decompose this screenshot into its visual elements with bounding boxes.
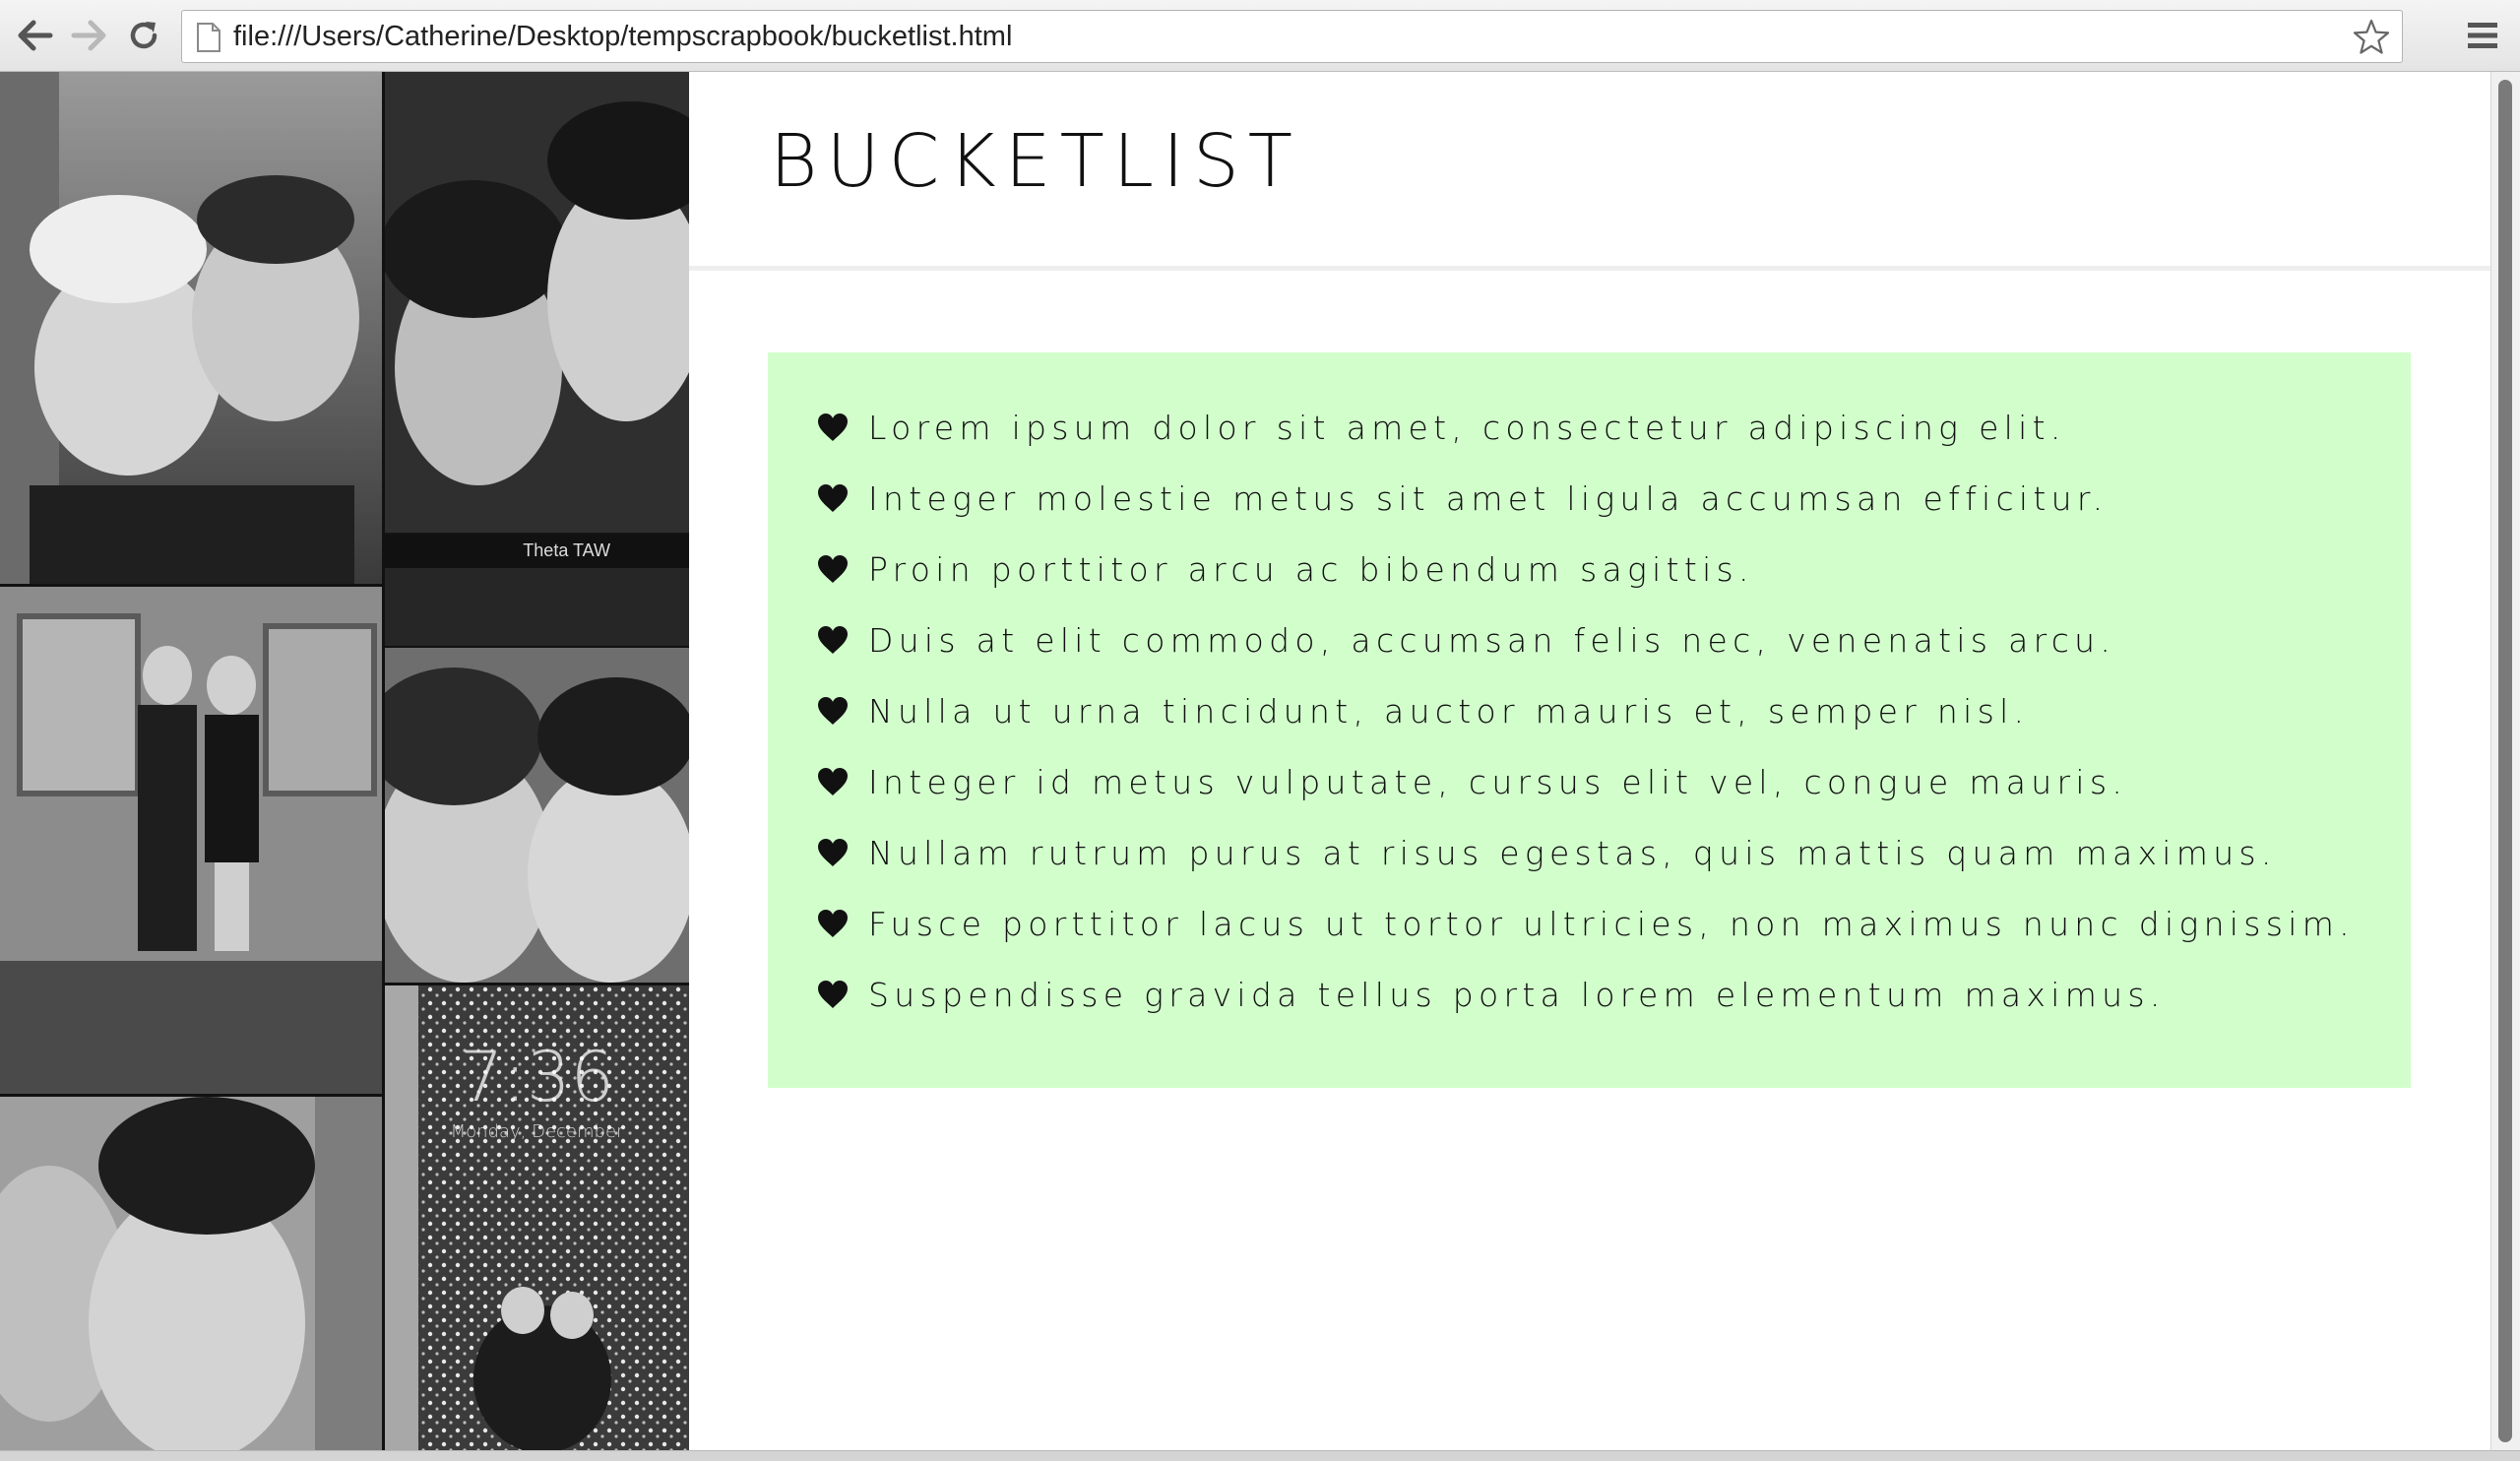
reload-icon [130,22,158,49]
reload-button[interactable] [122,14,165,57]
menu-icon[interactable] [2466,20,2499,51]
photo-couple-kiss [0,1097,382,1450]
bottom-edge [0,1450,2520,1461]
heart-icon [818,910,848,937]
heart-icon [818,839,848,866]
list-item: Integer id metus vulputate, cursus elit … [768,746,2411,817]
list-item-text: Suspendisse gravida tellus porta lorem e… [868,975,2166,1014]
heart-icon [818,626,848,654]
list-item-text: Duis at elit commodo, accumsan felis nec… [868,620,2116,660]
vertical-scrollbar[interactable] [2490,72,2520,1450]
page-icon [197,23,220,52]
url-text[interactable]: file:///Users/Catherine/Desktop/tempscra… [233,11,1012,62]
lockscreen-date: Monday, December [450,1121,624,1142]
page-content: BUCKETLIST Lorem ipsum dolor sit amet, c… [689,72,2490,1450]
list-item-text: Fusce porttitor lacus ut tortor ultricie… [868,904,2355,943]
list-item-text: Integer id metus vulputate, cursus elit … [868,762,2128,801]
list-item: Nullam rutrum purus at risus egestas, qu… [768,817,2411,888]
list-item: Duis at elit commodo, accumsan felis nec… [768,604,2411,675]
back-button[interactable] [14,14,57,57]
bucketlist-panel: Lorem ipsum dolor sit amet, consectetur … [768,352,2411,1088]
forward-button[interactable] [67,14,110,57]
heart-icon [818,981,848,1008]
list-item-text: Nulla ut urna tincidunt, auctor mauris e… [868,691,2030,730]
header-divider [689,266,2490,271]
heart-icon [818,697,848,725]
list-item: Suspendisse gravida tellus porta lorem e… [768,959,2411,1030]
address-bar[interactable]: file:///Users/Catherine/Desktop/tempscra… [181,10,2403,63]
list-item: Lorem ipsum dolor sit amet, consectetur … [768,392,2411,463]
photo-couple-closeup [385,648,689,983]
list-item: Proin porttitor arcu ac bibendum sagitti… [768,534,2411,604]
heart-icon [818,555,848,583]
list-item-text: Lorem ipsum dolor sit amet, consectetur … [868,408,2066,447]
photo-couple-standing [0,587,382,1094]
photo-collage: Theta TAW 7:36 Monday, December [0,72,689,1450]
photo-couple-santa-hats [0,72,382,584]
heart-icon [818,413,848,441]
bucketlist: Lorem ipsum dolor sit amet, consectetur … [768,392,2411,1030]
heart-icon [818,484,848,512]
photo-caption: Theta TAW [385,533,689,568]
back-arrow-icon [18,20,53,51]
list-item: Integer molestie metus sit amet ligula a… [768,463,2411,534]
list-item-text: Integer molestie metus sit amet ligula a… [868,478,2109,518]
browser-toolbar: file:///Users/Catherine/Desktop/tempscra… [0,0,2520,72]
lockscreen-time: 7:36 [459,1037,615,1117]
list-item: Nulla ut urna tincidunt, auctor mauris e… [768,675,2411,746]
list-item-text: Proin porttitor arcu ac bibendum sagitti… [868,549,1754,589]
page-title: BUCKETLIST [770,119,1301,204]
forward-arrow-icon [71,20,106,51]
heart-icon [818,768,848,795]
photo-lockscreen-tree: 7:36 Monday, December [385,985,689,1450]
photo-couple-selfie-caption: Theta TAW [385,72,689,646]
scrollbar-thumb[interactable] [2498,80,2512,1442]
star-icon[interactable] [2353,19,2390,56]
list-item-text: Nullam rutrum purus at risus egestas, qu… [868,833,2277,872]
list-item: Fusce porttitor lacus ut tortor ultricie… [768,888,2411,959]
